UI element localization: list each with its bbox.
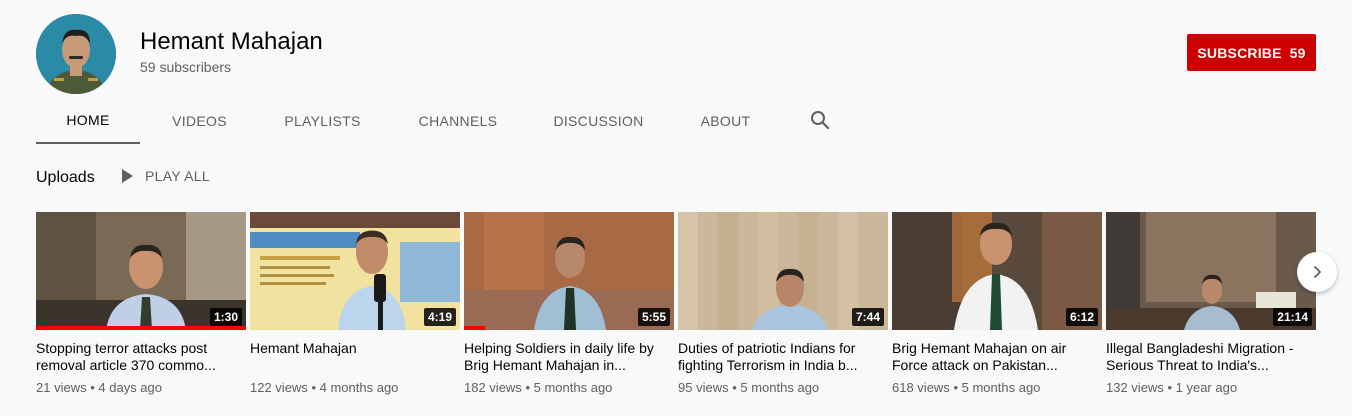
upload-age: 5 months ago (533, 380, 613, 395)
upload-age: 1 year ago (1175, 380, 1238, 395)
watch-progress (36, 326, 246, 330)
upload-age: 5 months ago (961, 380, 1041, 395)
video-title[interactable]: Stopping terror attacks post removal art… (36, 340, 246, 374)
chevron-right-icon (1314, 266, 1321, 278)
video-card[interactable]: 4:19 Hemant Mahajan 122 views • 4 months… (250, 212, 460, 395)
tab-channels[interactable]: CHANNELS (386, 98, 530, 144)
tab-about[interactable]: ABOUT (667, 98, 784, 144)
tab-discussion[interactable]: DISCUSSION (530, 98, 667, 144)
video-title[interactable]: Brig Hemant Mahajan on air Force attack … (892, 340, 1102, 374)
play-all-button[interactable]: PLAY ALL (122, 168, 210, 184)
video-duration: 21:14 (1273, 308, 1312, 326)
video-card[interactable]: 21:14 Illegal Bangladeshi Migration - Se… (1106, 212, 1316, 395)
video-duration: 6:12 (1065, 308, 1098, 326)
video-card[interactable]: 1:30 Stopping terror attacks post remova… (36, 212, 246, 395)
meta-separator: • (953, 380, 958, 395)
subscribe-button[interactable]: SUBSCRIBE 59 (1187, 34, 1316, 71)
search-icon[interactable] (808, 108, 832, 132)
subscribe-label: SUBSCRIBE (1197, 44, 1282, 61)
meta-separator: • (311, 380, 316, 395)
play-all-label: PLAY ALL (145, 168, 210, 184)
view-count: 122 views (250, 380, 308, 395)
meta-separator: • (90, 380, 95, 395)
video-duration: 5:55 (637, 308, 670, 326)
video-meta: 95 views • 5 months ago (678, 380, 888, 395)
view-count: 95 views (678, 380, 729, 395)
tab-playlists[interactable]: PLAYLISTS (259, 98, 386, 144)
video-card[interactable]: 6:12 Brig Hemant Mahajan on air Force at… (892, 212, 1102, 395)
channel-header: Hemant Mahajan 59 subscribers SUBSCRIBE … (0, 0, 1352, 144)
video-meta: 182 views • 5 months ago (464, 380, 674, 395)
video-thumbnail[interactable]: 21:14 (1106, 212, 1316, 330)
video-meta: 618 views • 5 months ago (892, 380, 1102, 395)
watch-progress (464, 326, 485, 330)
video-thumbnail[interactable]: 6:12 (892, 212, 1102, 330)
video-thumbnail[interactable]: 7:44 (678, 212, 888, 330)
video-duration: 7:44 (851, 308, 884, 326)
channel-name: Hemant Mahajan (140, 28, 323, 55)
uploads-section: Uploads PLAY ALL 1:30 Stopping terror at… (0, 144, 1352, 416)
view-count: 21 views (36, 380, 87, 395)
video-meta: 122 views • 4 months ago (250, 380, 460, 395)
view-count: 618 views (892, 380, 950, 395)
subscribe-count: 59 (1289, 44, 1306, 61)
video-thumbnail[interactable]: 1:30 (36, 212, 246, 330)
video-thumbnail[interactable]: 5:55 (464, 212, 674, 330)
video-title[interactable]: Helping Soldiers in daily life by Brig H… (464, 340, 674, 374)
video-meta: 132 views • 1 year ago (1106, 380, 1316, 395)
video-duration: 1:30 (209, 308, 242, 326)
video-card[interactable]: 7:44 Duties of patriotic Indians for fig… (678, 212, 888, 395)
view-count: 132 views (1106, 380, 1164, 395)
subscriber-count: 59 subscribers (140, 59, 232, 75)
video-duration: 4:19 (423, 308, 456, 326)
channel-avatar[interactable] (36, 14, 116, 94)
play-icon (122, 169, 133, 183)
video-title[interactable]: Duties of patriotic Indians for fighting… (678, 340, 888, 374)
video-card[interactable]: 5:55 Helping Soldiers in daily life by B… (464, 212, 674, 395)
tab-videos[interactable]: VIDEOS (140, 98, 259, 144)
upload-age: 5 months ago (740, 380, 820, 395)
tab-home[interactable]: HOME (36, 98, 140, 144)
view-count: 182 views (464, 380, 522, 395)
channel-tabs: HOME VIDEOS PLAYLISTS CHANNELS DISCUSSIO… (36, 98, 784, 144)
meta-separator: • (525, 380, 530, 395)
upload-age: 4 months ago (319, 380, 399, 395)
video-title[interactable]: Hemant Mahajan (250, 340, 460, 374)
upload-age: 4 days ago (98, 380, 162, 395)
section-title[interactable]: Uploads (36, 169, 95, 187)
video-title[interactable]: Illegal Bangladeshi Migration - Serious … (1106, 340, 1316, 374)
meta-separator: • (1167, 380, 1172, 395)
meta-separator: • (732, 380, 737, 395)
video-thumbnail[interactable]: 4:19 (250, 212, 460, 330)
video-meta: 21 views • 4 days ago (36, 380, 246, 395)
carousel-next-button[interactable] (1297, 252, 1337, 292)
